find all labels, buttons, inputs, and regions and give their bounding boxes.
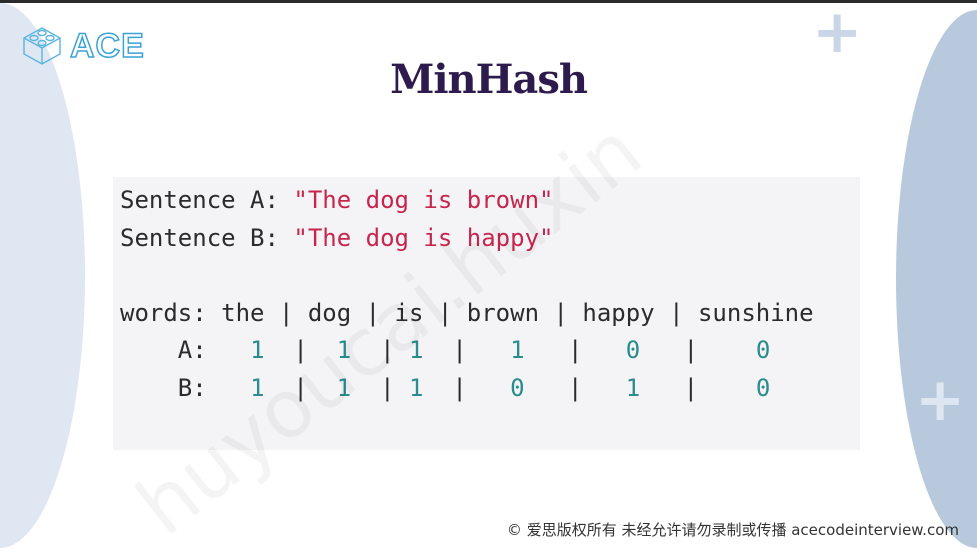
copyright-footer: © 爱思版权所有 未经允许请勿录制或传播 acecodeinterview.co…: [506, 521, 959, 539]
plus-decoration-icon: +: [915, 365, 966, 435]
value-cell: 0: [755, 336, 771, 364]
slide-title: MinHash: [390, 56, 588, 103]
sentence-a-label: Sentence A:: [120, 186, 294, 214]
value-cell: 0: [755, 373, 771, 402]
value-cell: 0: [510, 373, 525, 402]
value-cell: 1: [625, 373, 641, 402]
value-cell: 1: [510, 336, 525, 364]
row-label: A:: [177, 336, 207, 364]
value-cell: 1: [250, 336, 265, 364]
row-label: B:: [177, 373, 207, 402]
sentence-b-label: Sentence B:: [120, 223, 294, 252]
plus-decoration-icon: +: [812, 0, 863, 67]
value-cell: 0: [625, 336, 641, 364]
value-cell: 1: [409, 373, 424, 402]
